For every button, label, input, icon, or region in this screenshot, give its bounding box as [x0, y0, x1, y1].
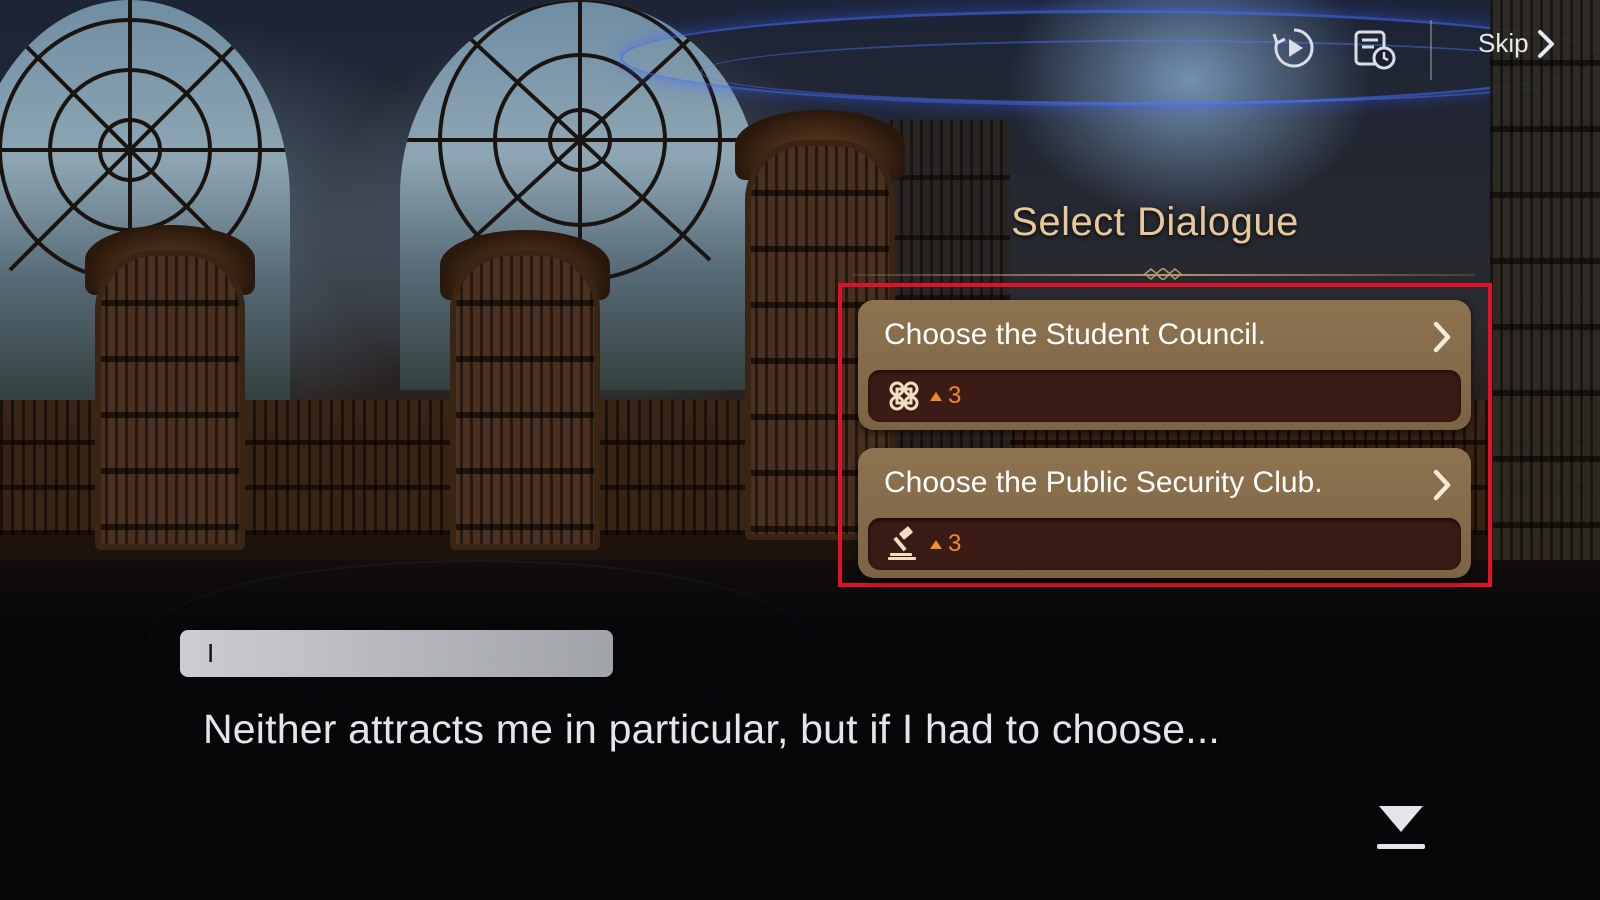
bookshelf-right	[1490, 0, 1600, 560]
increase-arrow-icon	[930, 391, 942, 401]
hud-divider	[1430, 20, 1432, 80]
dialogue-text: Neither attracts me in particular, but i…	[203, 706, 1221, 752]
dialogue-option-student-council[interactable]: Choose the Student Council. 3	[858, 300, 1471, 430]
divider-ornament-icon	[1143, 268, 1183, 280]
magic-circle-glow-inner	[700, 40, 1600, 104]
requirement-value: 3	[948, 382, 962, 409]
student-council-emblem-icon	[889, 381, 919, 411]
option-requirement: 3	[868, 518, 1461, 570]
advance-dialogue-icon[interactable]	[1373, 802, 1429, 854]
option-label: Choose the Public Security Club.	[884, 466, 1323, 499]
select-dialogue-title: Select Dialogue	[1011, 200, 1299, 244]
speaker-name-plate: I	[180, 630, 613, 677]
bookshelf-column	[95, 250, 245, 550]
bookshelf-column	[450, 250, 600, 550]
skip-button[interactable]: Skip	[1478, 28, 1557, 59]
chevron-right-icon	[1537, 29, 1554, 58]
chevron-right-icon	[1433, 469, 1451, 501]
dialogue-option-public-security-club[interactable]: Choose the Public Security Club. 3	[858, 448, 1471, 578]
option-label: Choose the Student Council.	[884, 318, 1266, 351]
option-requirement: 3	[868, 370, 1461, 422]
skip-label: Skip	[1478, 28, 1529, 58]
requirement-value: 3	[948, 530, 962, 557]
auto-play-icon[interactable]	[1270, 24, 1318, 72]
dialogue-log-icon[interactable]	[1350, 24, 1398, 72]
increase-arrow-icon	[930, 539, 942, 549]
gavel-icon	[888, 526, 916, 560]
chevron-right-icon	[1433, 321, 1451, 353]
speaker-name: I	[207, 638, 215, 668]
